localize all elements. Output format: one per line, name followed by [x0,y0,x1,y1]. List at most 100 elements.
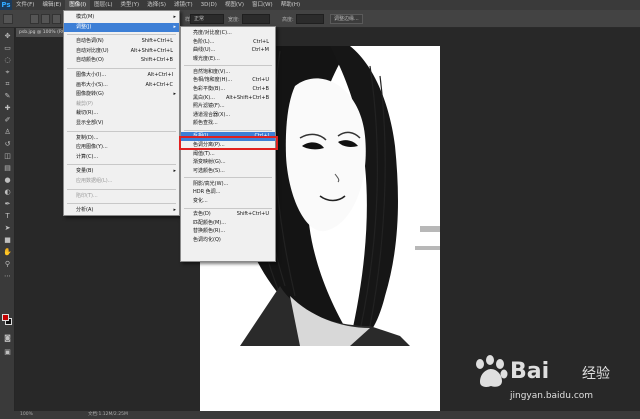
type-tool-icon[interactable]: T [3,212,12,221]
zoom-level[interactable]: 100% [20,411,33,419]
edit-toolbar-icon[interactable]: ⋯ [3,272,12,281]
menu-10[interactable]: 帮助(H) [277,0,304,10]
height-input[interactable] [296,14,324,24]
menu-item-label: 通道混合器(X)... [193,111,231,118]
adjust-menu-item[interactable]: 渐变映射(G)... [181,158,275,167]
image-menu-item[interactable]: 图像旋转(G) ▸ [64,90,179,100]
screen-mode-icon[interactable]: ▣ [3,348,12,357]
adjust-menu-item[interactable]: 照片滤镜(F)... [181,102,275,111]
adjust-menu-item[interactable]: 色调均化(Q) [181,236,275,245]
marquee-tool-preset-icon[interactable] [3,14,13,24]
adjust-menu-item[interactable]: 色相/饱和度(H)... Ctrl+U [181,76,275,85]
menu-separator [67,130,176,132]
adjust-menu-item[interactable]: 亮度/对比度(C)... [181,29,275,38]
menu-item-shortcut: Alt+Shift+Ctrl+B [225,94,269,101]
menu-1[interactable]: 编辑(E) [38,0,65,10]
clone-stamp-tool-icon[interactable]: ♙ [3,128,12,137]
image-menu-item[interactable]: 图像大小(I)... Alt+Ctrl+I [64,71,179,81]
image-menu-item[interactable]: 模式(M) ▸ [64,13,179,23]
adjust-menu-item[interactable]: 颜色查找... [181,119,275,128]
image-menu-item[interactable]: 应用图像(Y)... [64,143,179,153]
menu-item-label: 黑白(K)... [193,94,215,101]
image-menu-item[interactable]: 复制(D)... [64,134,179,144]
subtract-selection-icon[interactable] [52,14,61,24]
submenu-arrow-icon: ▸ [173,207,176,214]
pen-tool-icon[interactable]: ✒ [3,200,12,209]
menu-separator [184,130,272,131]
refine-edge-button[interactable]: 调整边缘... [330,14,363,24]
path-selection-tool-icon[interactable]: ➤ [3,224,12,233]
add-selection-icon[interactable] [41,14,50,24]
image-menu-item[interactable]: 自动色调(N) Shift+Ctrl+L [64,37,179,47]
image-menu-item[interactable]: 调整(J) ▸ [64,22,179,33]
image-menu-item[interactable]: 自动对比度(U) Alt+Shift+Ctrl+L [64,47,179,57]
image-menu-item[interactable]: 画布大小(S)... Alt+Ctrl+C [64,81,179,91]
lasso-tool-icon[interactable]: ◌ [3,56,12,65]
image-menu-item[interactable]: 变量(B) ▸ [64,167,179,177]
menu-item-label: 替换颜色(R)... [193,228,226,235]
rectangle-tool-icon[interactable]: ■ [3,236,12,245]
adjust-menu-item[interactable]: 通道混合器(X)... [181,111,275,120]
eraser-tool-icon[interactable]: ◫ [3,152,12,161]
crop-tool-icon[interactable]: ⌗ [3,80,12,89]
adjust-menu-item[interactable]: 曝光度(E)... [181,55,275,64]
image-menu-item[interactable]: 裁切(R)... [64,109,179,119]
menu-separator [184,65,272,67]
healing-brush-tool-icon[interactable]: ✚ [3,104,12,113]
adjust-menu-item[interactable]: 可选颜色(S)... [181,167,275,176]
brush-tool-icon[interactable]: ✐ [3,116,12,125]
new-selection-icon[interactable] [30,14,39,24]
dodge-tool-icon[interactable]: ◐ [3,188,12,197]
zoom-tool-icon[interactable]: ⚲ [3,260,12,269]
style-select[interactable]: 正常 [190,14,224,24]
adjust-menu-item[interactable]: 黑白(K)... Alt+Shift+Ctrl+B [181,94,275,103]
document-info[interactable]: 文档:1.12M/2.25M [88,411,128,419]
menu-0[interactable]: 文件(F) [12,0,38,10]
menu-item-label: 渐变映射(G)... [193,159,226,166]
menu-item-shortcut: Ctrl+L [253,38,269,45]
move-tool-icon[interactable]: ✥ [3,32,12,41]
adjust-menu-item[interactable]: 色阶(L)... Ctrl+L [181,38,275,47]
menu-3[interactable]: 图层(L) [90,0,116,10]
menu-7[interactable]: 3D(D) [197,0,221,10]
adjust-menu-item[interactable]: HDR 色调... [181,188,275,197]
menu-separator [67,203,176,205]
menu-item-label: 显示全部(V) [76,120,104,126]
adjust-menu-item[interactable]: 色彩平衡(B)... Ctrl+B [181,85,275,94]
adjust-menu-item[interactable]: 匹配颜色(M)... [181,219,275,228]
adjust-menu-item[interactable]: 自然饱和度(V)... [181,68,275,77]
menu-item-shortcut: Ctrl+U [252,77,269,84]
menu-6[interactable]: 滤镜(T) [170,0,197,10]
adjust-menu-item[interactable]: 曲线(U)... Ctrl+M [181,46,275,55]
menu-9[interactable]: 窗口(W) [248,0,277,10]
blur-tool-icon[interactable]: ● [3,176,12,185]
image-menu-item[interactable]: 计算(C)... [64,153,179,163]
foreground-color-swatch[interactable] [2,314,9,321]
image-menu-item: 陷印(T)... [64,192,179,202]
adjust-menu-item[interactable]: 变化... [181,197,275,206]
menu-5[interactable]: 选择(S) [143,0,170,10]
image-menu-item[interactable]: 自动颜色(O) Shift+Ctrl+B [64,56,179,66]
menu-item-label: 色彩平衡(B)... [193,86,226,92]
adjust-menu-item[interactable]: 阴影/高光(W)... [181,180,275,189]
marquee-tool-icon[interactable]: ▭ [3,44,12,53]
history-brush-tool-icon[interactable]: ↺ [3,140,12,149]
hand-tool-icon[interactable]: ✋ [3,248,12,257]
eyedropper-tool-icon[interactable]: ✎ [3,92,12,101]
width-input[interactable] [242,14,270,24]
menu-4[interactable]: 类型(Y) [117,0,144,10]
image-menu-item[interactable]: 显示全部(V) [64,119,179,129]
menu-separator [184,177,272,179]
adjust-menu-item[interactable]: 去色(D) Shift+Ctrl+U [181,210,275,219]
menu-item-label: 变化... [193,198,208,204]
menu-item-label: 色相/饱和度(H)... [193,77,233,84]
image-menu-item[interactable]: 分析(A) ▸ [64,206,179,216]
menu-item-shortcut: Ctrl+M [251,47,269,54]
quick-selection-tool-icon[interactable]: ⌖ [3,68,12,77]
adjust-menu-item[interactable]: 替换颜色(R)... [181,227,275,236]
quick-mask-icon[interactable]: ◙ [3,334,12,343]
menu-8[interactable]: 视图(V) [221,0,248,10]
adjust-menu-item[interactable]: 阈值(T)... [181,150,275,159]
menu-2[interactable]: 图像(I) [65,0,91,10]
gradient-tool-icon[interactable]: ▤ [3,164,12,173]
